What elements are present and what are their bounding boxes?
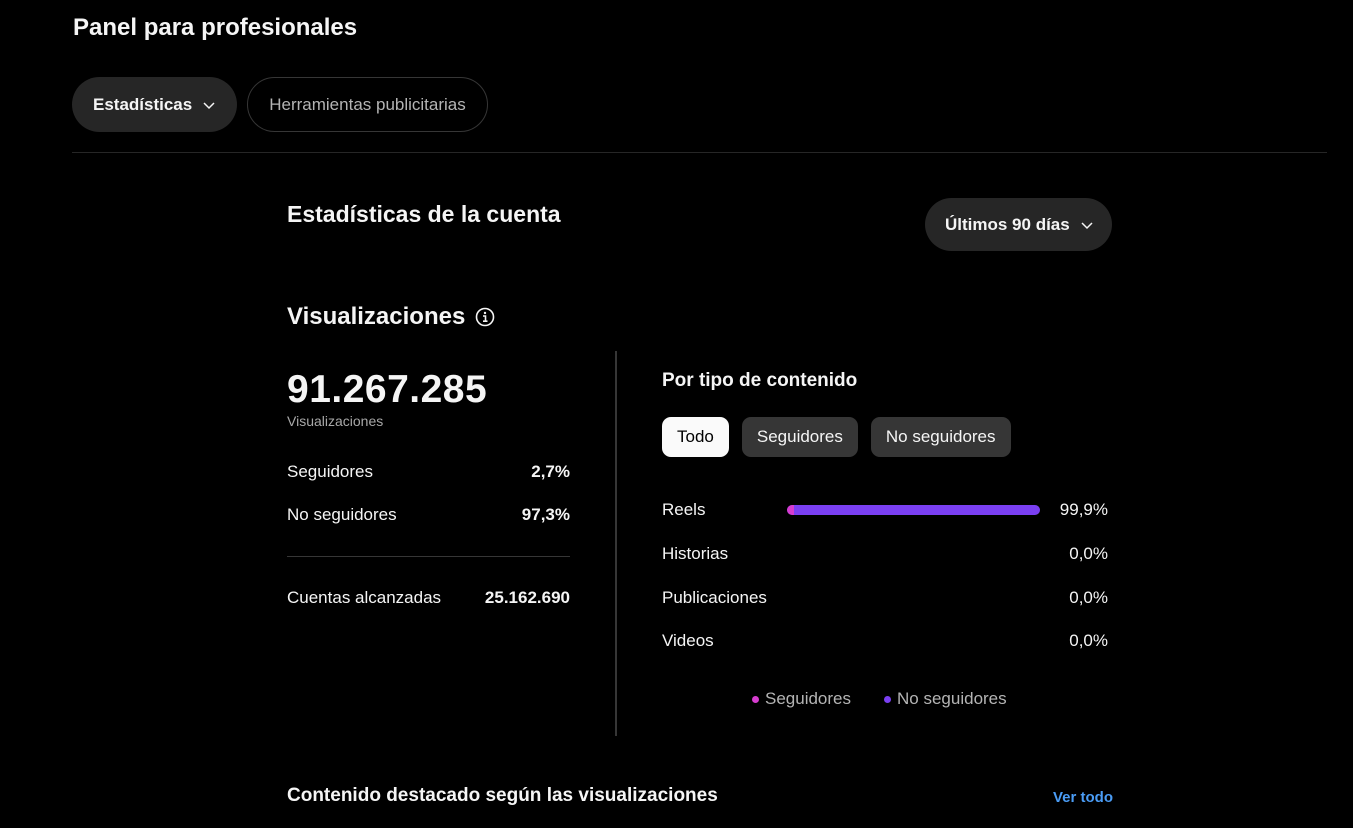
info-icon[interactable]: [475, 307, 495, 327]
top-tabs: Estadísticas Herramientas publicitarias: [72, 77, 488, 132]
content-row-value: 0,0%: [1069, 544, 1108, 563]
tab-ad-tools-label: Herramientas publicitarias: [269, 94, 466, 114]
account-stats-title: Estadísticas de la cuenta: [287, 201, 561, 227]
non-followers-stat: No seguidores 97,3%: [287, 505, 570, 525]
views-title: Visualizaciones: [287, 303, 466, 330]
tab-statistics[interactable]: Estadísticas: [72, 77, 238, 132]
content-filter-chips: Todo Seguidores No seguidores: [662, 417, 1011, 457]
total-views: 91.267.285: [287, 368, 488, 411]
reach-value: 25.162.690: [484, 588, 570, 607]
content-row-label: Historias: [662, 544, 729, 563]
followers-value: 2,7%: [531, 462, 570, 481]
vertical-divider: [615, 351, 617, 736]
content-row-bar: [787, 549, 1040, 559]
content-row-stories: Historias 0,0%: [662, 542, 1108, 566]
page-title: Panel para profesionales: [73, 14, 358, 41]
reach-label: Cuentas alcanzadas: [287, 588, 442, 607]
header-divider: [72, 152, 1327, 153]
legend-followers: Seguidores: [752, 689, 851, 709]
featured-content-title: Contenido destacado según las visualizac…: [287, 785, 718, 806]
content-type-title: Por tipo de contenido: [662, 370, 858, 391]
chevron-down-icon: [202, 98, 216, 112]
stats-divider: [287, 556, 570, 557]
legend-dot: [752, 695, 759, 703]
content-row-value: 0,0%: [1069, 631, 1108, 650]
bar-followers-fill: [787, 505, 794, 515]
content-row-bar: [787, 636, 1040, 646]
legend-label: Seguidores: [765, 689, 852, 708]
reach-stat: Cuentas alcanzadas 25.162.690: [287, 588, 570, 608]
content-row-label: Videos: [662, 631, 714, 650]
content-row-label: Publicaciones: [662, 588, 767, 607]
date-range-label: Últimos 90 días: [945, 214, 1070, 234]
filter-all[interactable]: Todo: [662, 417, 729, 457]
filter-non-followers[interactable]: No seguidores: [870, 417, 1011, 457]
bar-non-followers-fill: [787, 505, 1040, 515]
followers-label: Seguidores: [287, 462, 374, 481]
filter-followers[interactable]: Seguidores: [741, 417, 858, 457]
legend-dot: [884, 695, 892, 703]
tab-ad-tools[interactable]: Herramientas publicitarias: [247, 77, 488, 132]
followers-stat: Seguidores 2,7%: [287, 462, 570, 482]
non-followers-label: No seguidores: [287, 505, 397, 524]
content-legend: Seguidores No seguidores: [752, 689, 1007, 709]
non-followers-value: 97,3%: [521, 505, 570, 524]
content-row-videos: Videos 0,0%: [662, 629, 1108, 653]
legend-non-followers: No seguidores: [884, 689, 1007, 709]
content-row-bar: [787, 593, 1040, 603]
see-all-link[interactable]: Ver todo: [1053, 789, 1113, 806]
tab-statistics-label: Estadísticas: [93, 94, 193, 114]
legend-label: No seguidores: [897, 689, 1007, 708]
total-views-label: Visualizaciones: [287, 413, 384, 429]
views-heading: Visualizaciones: [287, 303, 495, 331]
content-row-bar: [787, 505, 1040, 515]
content-row-label: Reels: [662, 500, 706, 519]
date-range-dropdown[interactable]: Últimos 90 días: [925, 198, 1112, 251]
content-row-posts: Publicaciones 0,0%: [662, 586, 1108, 610]
content-row-reels: Reels 99,9%: [662, 498, 1108, 522]
chevron-down-icon: [1080, 218, 1094, 232]
content-row-value: 99,9%: [1059, 500, 1108, 519]
content-row-value: 0,0%: [1069, 588, 1108, 607]
